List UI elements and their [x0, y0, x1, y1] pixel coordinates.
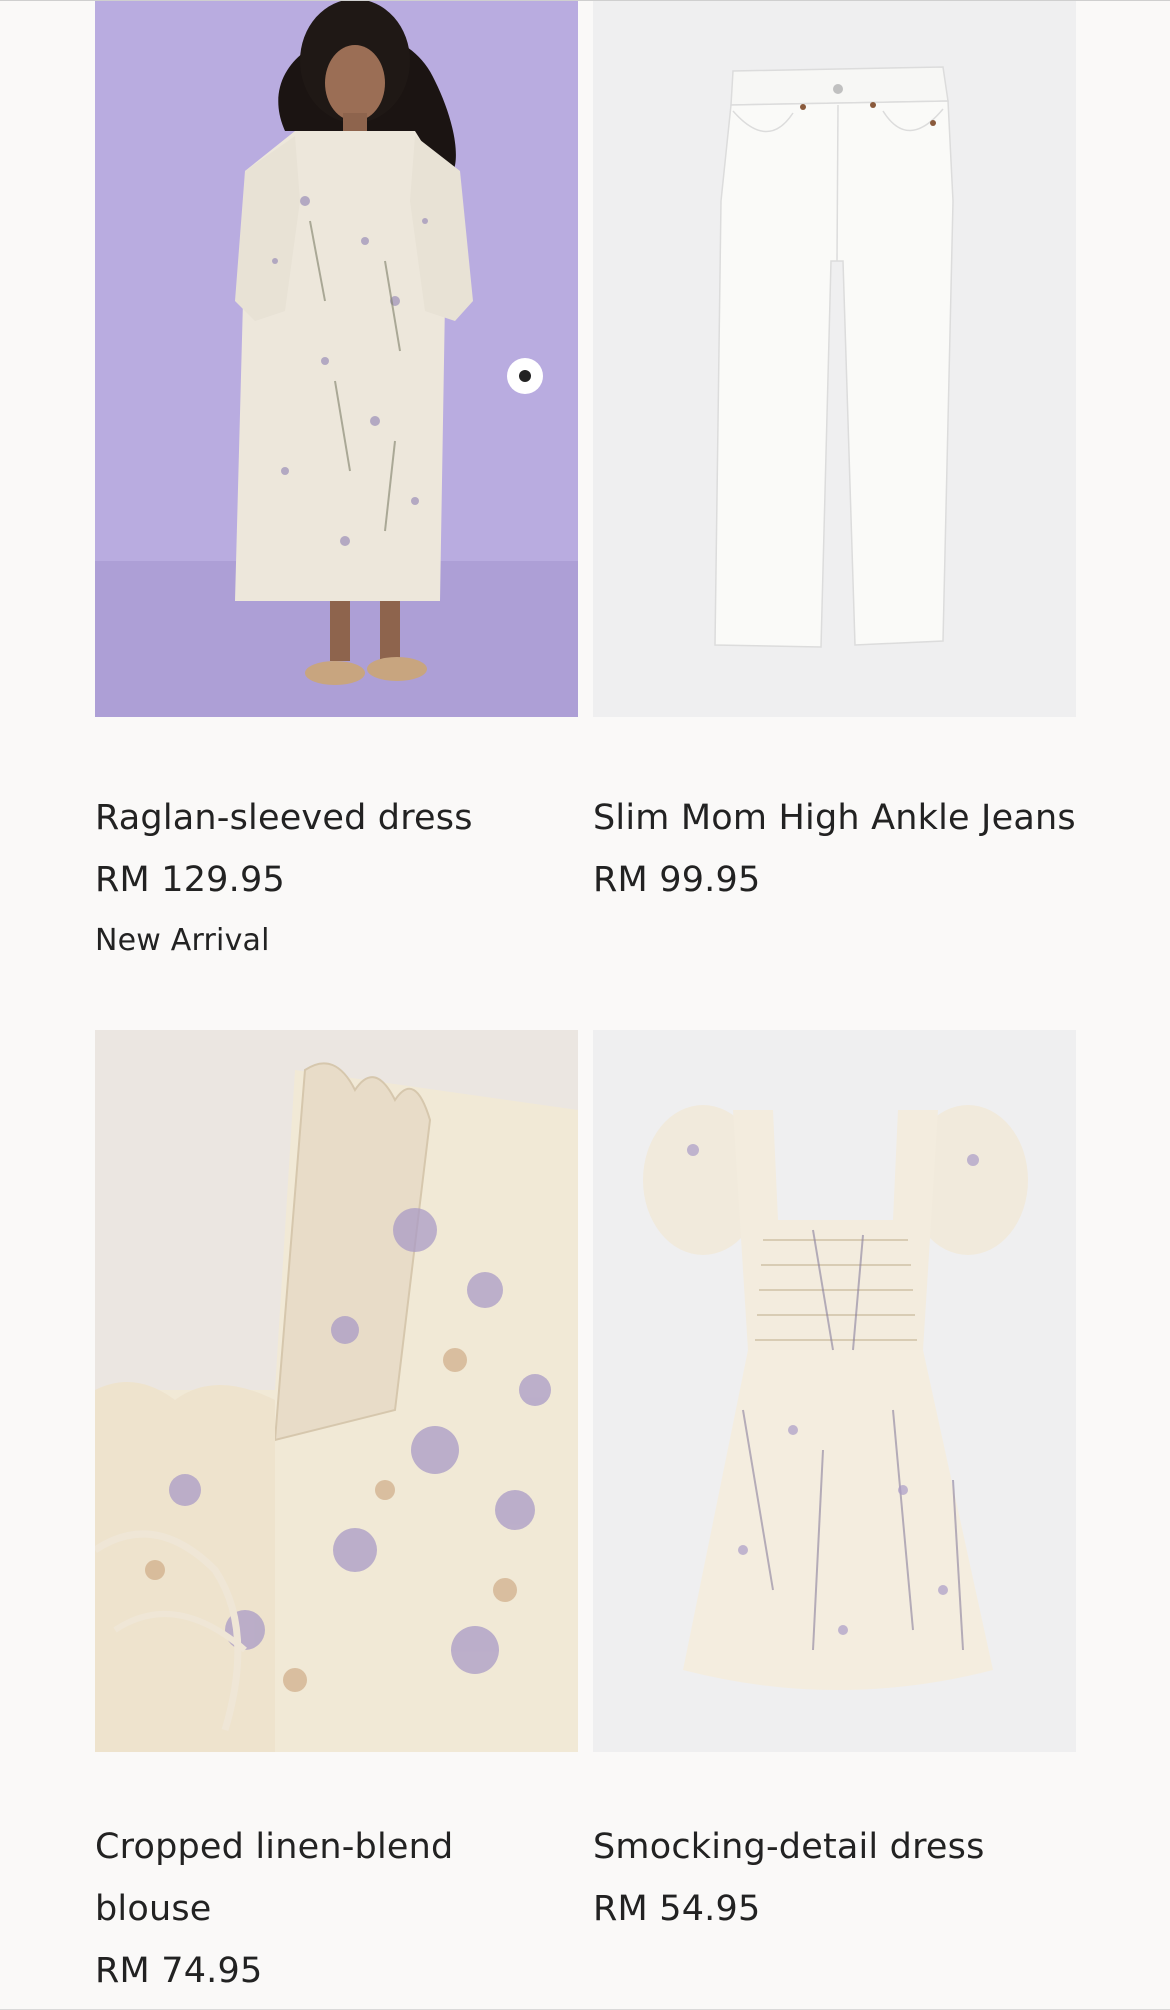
product-info: Raglan-sleeved dress RM 129.95 New Arriv…	[95, 717, 578, 971]
product-price: RM 74.95	[95, 1951, 263, 1991]
product-image[interactable]	[95, 1, 578, 717]
product-name[interactable]: Cropped linen-blend blouse	[95, 1816, 578, 1940]
white-jeans-photo	[593, 1, 1076, 717]
floral-blouse-closeup-photo	[95, 1030, 578, 1752]
product-info: Slim Mom High Ankle Jeans RM 99.95	[593, 717, 1076, 911]
floral-mini-dress-photo	[593, 1030, 1076, 1752]
floral-dress-model-photo	[95, 1, 578, 717]
product-card[interactable]: Smocking-detail dress RM 54.95	[593, 1030, 1076, 1940]
product-card[interactable]: Cropped linen-blend blouse RM 74.95	[95, 1030, 578, 2002]
product-name[interactable]: Slim Mom High Ankle Jeans	[593, 787, 1076, 849]
product-price: RM 99.95	[593, 860, 761, 900]
product-image[interactable]	[593, 1030, 1076, 1752]
product-price: RM 129.95	[95, 860, 285, 900]
product-image[interactable]	[95, 1030, 578, 1752]
product-name[interactable]: Raglan-sleeved dress	[95, 787, 578, 849]
product-name[interactable]: Smocking-detail dress	[593, 1816, 1076, 1878]
product-info: Smocking-detail dress RM 54.95	[593, 1752, 1076, 1940]
new-arrival-badge: New Arrival	[95, 923, 270, 958]
product-price: RM 54.95	[593, 1889, 761, 1929]
product-image[interactable]	[593, 1, 1076, 717]
product-info: Cropped linen-blend blouse RM 74.95	[95, 1752, 578, 2002]
product-card[interactable]: Raglan-sleeved dress RM 129.95 New Arriv…	[95, 1, 578, 971]
product-card[interactable]: Slim Mom High Ankle Jeans RM 99.95	[593, 1, 1076, 911]
